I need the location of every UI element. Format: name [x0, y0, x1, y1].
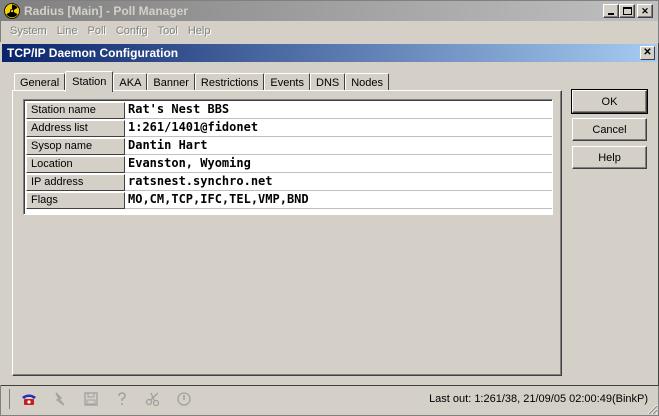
- ok-button[interactable]: OK: [571, 89, 648, 114]
- station-tab-panel: Station name Rat's Nest BBS Address list…: [12, 90, 562, 376]
- sysop-name-label: Sysop name: [26, 138, 125, 155]
- main-window-title: Radius [Main] - Poll Manager: [24, 4, 189, 18]
- minimize-icon: [608, 13, 614, 15]
- menu-line[interactable]: Line: [52, 25, 83, 37]
- tab-label: Banner: [153, 76, 189, 89]
- minimize-button[interactable]: [603, 4, 619, 18]
- ip-address-label: IP address: [26, 174, 125, 191]
- tab-aka[interactable]: AKA: [113, 73, 148, 91]
- cancel-button[interactable]: Cancel: [572, 118, 647, 141]
- menu-config[interactable]: Config: [111, 25, 153, 37]
- tab-label: General: [20, 76, 60, 89]
- main-titlebar[interactable]: Radius [Main] - Poll Manager ✕: [1, 1, 658, 21]
- ip-address-field[interactable]: ratsnest.synchro.net: [125, 173, 552, 191]
- dialog-titlebar[interactable]: TCP/IP Daemon Configuration ✕: [2, 44, 657, 62]
- maximize-button[interactable]: [619, 4, 635, 18]
- flags-field[interactable]: MO,CM,TCP,IFC,TEL,VMP,BND: [125, 191, 552, 209]
- grid-row-address-list: Address list 1:261/1401@fidonet: [26, 119, 552, 137]
- dialog-close-button[interactable]: ✕: [640, 46, 655, 60]
- menu-help[interactable]: Help: [183, 25, 216, 37]
- tab-station[interactable]: Station: [65, 71, 114, 92]
- grid-row-location: Location Evanston, Wyoming: [26, 155, 552, 173]
- dialog-title: TCP/IP Daemon Configuration: [7, 46, 179, 60]
- maximize-icon: [622, 7, 632, 15]
- tab-restrictions[interactable]: Restrictions: [194, 73, 265, 91]
- station-name-field[interactable]: Rat's Nest BBS: [125, 101, 552, 119]
- tab-nodes[interactable]: Nodes: [345, 73, 390, 91]
- location-field[interactable]: Evanston, Wyoming: [125, 155, 552, 173]
- power-icon[interactable]: [175, 391, 193, 407]
- address-list-label: Address list: [26, 120, 125, 137]
- location-label: Location: [26, 156, 125, 173]
- question-icon[interactable]: [113, 391, 131, 407]
- station-name-label: Station name: [26, 102, 125, 119]
- phone-icon[interactable]: [20, 391, 38, 407]
- tab-label: Nodes: [351, 76, 384, 89]
- statusbar: Last out: 1:261/38, 21/09/05 02:00:49(Bi…: [1, 387, 658, 415]
- scissors-icon[interactable]: [144, 391, 162, 407]
- tab-label: Station: [72, 76, 107, 88]
- grid-row-flags: Flags MO,CM,TCP,IFC,TEL,VMP,BND: [26, 191, 552, 209]
- menu-poll[interactable]: Poll: [82, 25, 110, 37]
- address-list-field[interactable]: 1:261/1401@fidonet: [125, 119, 552, 137]
- close-icon: ✕: [641, 5, 649, 16]
- menu-tool[interactable]: Tool: [153, 25, 183, 37]
- sysop-name-field[interactable]: Dantin Hart: [125, 137, 552, 155]
- tab-label: Events: [270, 76, 304, 89]
- menubar: System Line Poll Config Tool Help: [1, 21, 658, 40]
- tab-dns[interactable]: DNS: [310, 73, 346, 91]
- tab-events[interactable]: Events: [264, 73, 310, 91]
- tab-banner[interactable]: Banner: [147, 73, 195, 91]
- flags-label: Flags: [26, 192, 125, 209]
- disk-icon[interactable]: [82, 391, 100, 407]
- station-property-grid: Station name Rat's Nest BBS Address list…: [23, 99, 553, 215]
- tab-strip: General Station AKA Banner Restrictions …: [14, 71, 390, 92]
- grid-row-sysop-name: Sysop name Dantin Hart: [26, 137, 552, 155]
- main-close-button[interactable]: ✕: [637, 4, 653, 18]
- grid-row-station-name: Station name Rat's Nest BBS: [26, 101, 552, 119]
- resize-grip-icon[interactable]: [646, 403, 658, 415]
- tcpip-config-dialog: TCP/IP Daemon Configuration ✕ General St…: [0, 42, 659, 386]
- status-text: Last out: 1:261/38, 21/09/05 02:00:49(Bi…: [429, 393, 648, 405]
- statusbar-toolbar: [9, 389, 409, 409]
- tab-label: Restrictions: [200, 76, 259, 89]
- lightning-icon[interactable]: [51, 391, 69, 407]
- close-icon: ✕: [643, 47, 652, 58]
- menu-system[interactable]: System: [5, 25, 52, 37]
- help-button[interactable]: Help: [572, 146, 647, 169]
- radiation-icon: [4, 3, 20, 19]
- tab-label: AKA: [119, 76, 142, 89]
- grid-row-ip-address: IP address ratsnest.synchro.net: [26, 173, 552, 191]
- tab-general[interactable]: General: [14, 73, 66, 91]
- tab-label: DNS: [316, 76, 340, 89]
